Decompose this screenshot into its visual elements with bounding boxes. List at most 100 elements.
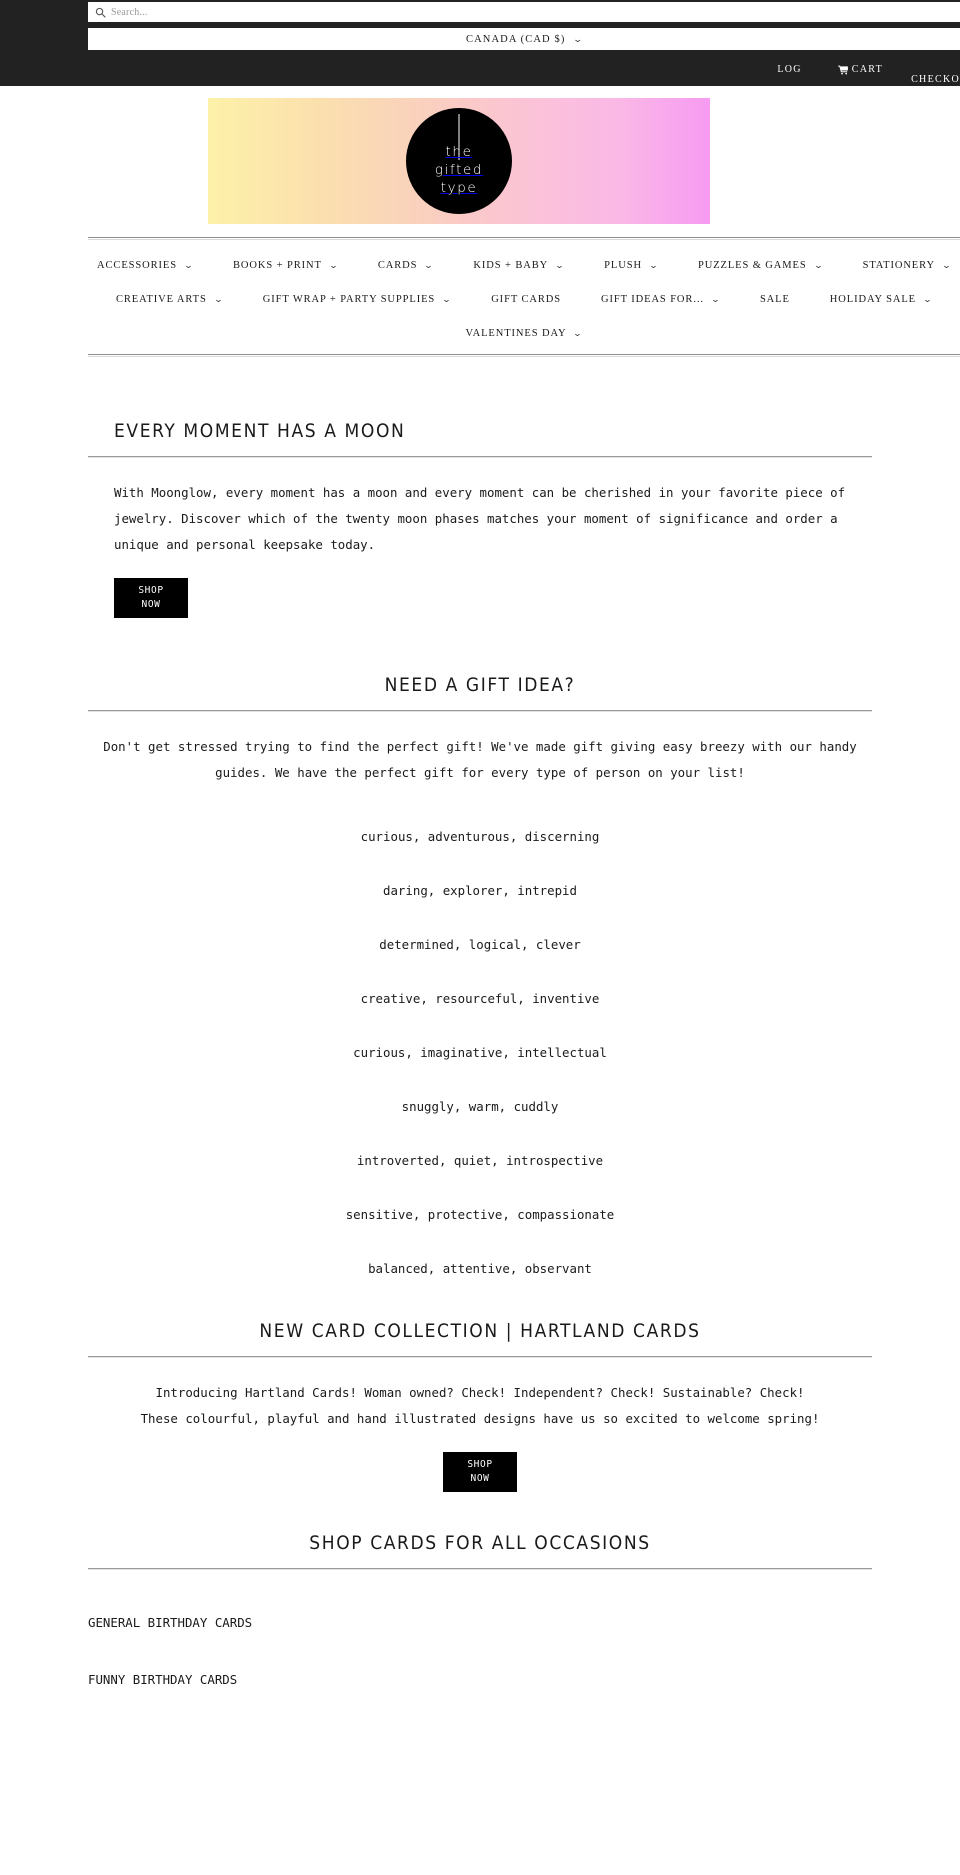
hartland-shop-now-button[interactable]: SHOP NOW — [443, 1452, 517, 1492]
gift-guide-trait-link[interactable]: snuggly, warm, cuddly — [402, 1099, 559, 1114]
top-utility-bar: CANADA (CAD $) ⌄ LOG CART CHECKO — [0, 0, 960, 86]
gift-guide-trait-list: curious, adventurous, discerning daring, … — [0, 810, 960, 1296]
chevron-down-icon: ⌄ — [941, 259, 953, 270]
chevron-down-icon: ⌄ — [213, 293, 225, 304]
hartland-section: NEW CARD COLLECTION | HARTLAND CARDS Int… — [0, 1320, 960, 1492]
nav-item-label: BOOKS + PRINT — [233, 259, 322, 271]
nav-item-plush[interactable]: PLUSH ⌄ — [584, 260, 678, 271]
gift-guide-trait-link[interactable]: balanced, attentive, observant — [368, 1261, 592, 1276]
nav-item-label: HOLIDAY SALE — [829, 293, 916, 305]
nav-row: CREATIVE ARTS ⌄ GIFT WRAP + PARTY SUPPLIES… — [88, 282, 960, 316]
site-logo[interactable]: the gifted type — [406, 108, 512, 214]
moon-section: EVERY MOMENT HAS A MOON With Moonglow, e… — [0, 420, 960, 618]
gift-guide-trait-link[interactable]: creative, resourceful, inventive — [361, 991, 600, 1006]
nav-item-label: GIFT WRAP + PARTY SUPPLIES — [262, 293, 436, 305]
main-navigation: ACCESSORIES ⌄ BOOKS + PRINT ⌄ CARDS ⌄ KIDS + B… — [88, 237, 960, 357]
shop-now-line-2: NOW — [141, 599, 161, 610]
nav-item-accessories[interactable]: ACCESSORIES ⌄ — [77, 260, 213, 271]
moon-section-title: EVERY MOMENT HAS A MOON — [114, 420, 406, 442]
nav-item-label: GIFT CARDS — [491, 293, 561, 305]
nav-item-gift-ideas-for[interactable]: GIFT IDEAS FOR... ⌄ — [581, 294, 740, 305]
logo-text-line-3: type — [440, 180, 478, 196]
gift-guide-trait-item[interactable]: introverted, quiet, introspective — [0, 1134, 960, 1188]
nav-item-gift-wrap-party-supplies[interactable]: GIFT WRAP + PARTY SUPPLIES ⌄ — [243, 294, 471, 305]
chevron-down-icon: ⌄ — [648, 259, 660, 270]
nav-item-label: PUZZLES & GAMES — [697, 259, 807, 271]
main-content: EVERY MOMENT HAS A MOON With Moonglow, e… — [0, 420, 960, 1708]
chevron-down-icon: ⌄ — [441, 293, 453, 304]
occasion-list-item[interactable]: GENERAL BIRTHDAY CARDS — [0, 1594, 960, 1651]
nav-item-label: PLUSH — [604, 259, 642, 271]
chevron-down-icon: ⌄ — [554, 259, 566, 270]
gift-guide-trait-item[interactable]: curious, imaginative, intellectual — [0, 1026, 960, 1080]
nav-divider-bottom — [88, 354, 960, 357]
gift-guide-trait-link[interactable]: curious, adventurous, discerning — [361, 829, 600, 844]
gift-guide-trait-link[interactable]: sensitive, protective, compassionate — [346, 1207, 615, 1222]
nav-item-label: GIFT IDEAS FOR... — [600, 293, 704, 305]
nav-item-label: VALENTINES DAY — [465, 327, 567, 339]
gift-guide-trait-link[interactable]: curious, imaginative, intellectual — [353, 1045, 607, 1060]
occasion-list-item[interactable]: FUNNY BIRTHDAY CARDS — [0, 1651, 960, 1708]
nav-item-puzzles-games[interactable]: PUZZLES & GAMES ⌄ — [678, 260, 843, 271]
nav-item-label: CARDS — [377, 259, 418, 271]
chevron-down-icon: ⌄ — [423, 259, 435, 270]
utility-links: LOG CART CHECKO — [0, 52, 960, 86]
nav-item-stationery[interactable]: STATIONERY ⌄ — [843, 260, 960, 271]
search-input[interactable] — [111, 6, 411, 18]
occasions-title: SHOP CARDS FOR ALL OCCASIONS — [309, 1532, 651, 1554]
chevron-down-icon: ⌄ — [710, 293, 722, 304]
chevron-down-icon: ⌄ — [922, 293, 934, 304]
gift-guide-trait-item[interactable]: snuggly, warm, cuddly — [0, 1080, 960, 1134]
nav-row: VALENTINES DAY ⌄ — [88, 316, 960, 350]
gift-guide-trait-link[interactable]: introverted, quiet, introspective — [357, 1153, 603, 1168]
chevron-down-icon: ⌄ — [183, 259, 195, 270]
nav-item-label: ACCESSORIES — [97, 259, 177, 271]
gift-guide-trait-item[interactable]: curious, adventurous, discerning — [0, 810, 960, 864]
hartland-button-wrap: SHOP NOW — [0, 1452, 960, 1492]
gift-guide-trait-item[interactable]: balanced, attentive, observant — [0, 1242, 960, 1296]
hartland-title: NEW CARD COLLECTION | HARTLAND CARDS — [259, 1320, 701, 1342]
nav-item-sale[interactable]: SALE — [740, 294, 810, 305]
nav-item-label: STATIONERY — [862, 259, 935, 271]
nav-item-holiday-sale[interactable]: HOLIDAY SALE ⌄ — [810, 294, 952, 305]
checkout-link[interactable]: CHECKO — [911, 74, 960, 85]
gift-guide-trait-item[interactable]: sensitive, protective, compassionate — [0, 1188, 960, 1242]
occasion-link-list: GENERAL BIRTHDAY CARDS FUNNY BIRTHDAY CAR… — [0, 1594, 960, 1708]
moon-section-body: With Moonglow, every moment has a moon a… — [114, 485, 846, 552]
nav-item-gift-cards[interactable]: GIFT CARDS — [471, 294, 581, 305]
search-bar[interactable] — [88, 2, 960, 22]
moon-shop-now-button[interactable]: SHOP NOW — [114, 578, 188, 618]
gift-guide-trait-item[interactable]: creative, resourceful, inventive — [0, 972, 960, 1026]
chevron-down-icon: ⌄ — [573, 327, 584, 338]
nav-item-cards[interactable]: CARDS ⌄ — [358, 260, 454, 271]
gift-guide-trait-item[interactable]: daring, explorer, intrepid — [0, 864, 960, 918]
occasion-link[interactable]: GENERAL BIRTHDAY CARDS — [88, 1615, 252, 1630]
gift-guide-trait-link[interactable]: determined, logical, clever — [379, 937, 580, 952]
nav-item-creative-arts[interactable]: CREATIVE ARTS ⌄ — [96, 294, 243, 305]
logo-banner: the gifted type — [208, 98, 710, 224]
logo-text-line-1: the — [445, 144, 473, 160]
nav-item-valentines-day[interactable]: VALENTINES DAY ⌄ — [445, 328, 602, 339]
hartland-body-line-2: These colourful, playful and hand illust… — [140, 1411, 820, 1426]
currency-selector[interactable]: CANADA (CAD $) ⌄ — [88, 28, 960, 50]
shop-now-line-1: SHOP — [467, 1459, 493, 1470]
occasions-section: SHOP CARDS FOR ALL OCCASIONS GENERAL BIR… — [0, 1532, 960, 1708]
search-icon — [95, 7, 106, 18]
cart-link[interactable]: CART — [837, 64, 883, 75]
hartland-divider — [88, 1356, 872, 1358]
nav-row: ACCESSORIES ⌄ BOOKS + PRINT ⌄ CARDS ⌄ KIDS + B… — [88, 248, 960, 282]
nav-item-books-print[interactable]: BOOKS + PRINT ⌄ — [213, 260, 358, 271]
login-link[interactable]: LOG — [777, 64, 801, 75]
chevron-down-icon: ⌄ — [813, 259, 824, 270]
nav-item-label: CREATIVE ARTS — [116, 293, 207, 305]
occasion-link[interactable]: FUNNY BIRTHDAY CARDS — [88, 1672, 237, 1687]
gift-guide-trait-item[interactable]: determined, logical, clever — [0, 918, 960, 972]
gift-idea-body: Don't get stressed trying to find the pe… — [103, 739, 857, 780]
nav-item-kids-baby[interactable]: KIDS + BABY ⌄ — [453, 260, 584, 271]
gift-guide-trait-link[interactable]: daring, explorer, intrepid — [383, 883, 577, 898]
